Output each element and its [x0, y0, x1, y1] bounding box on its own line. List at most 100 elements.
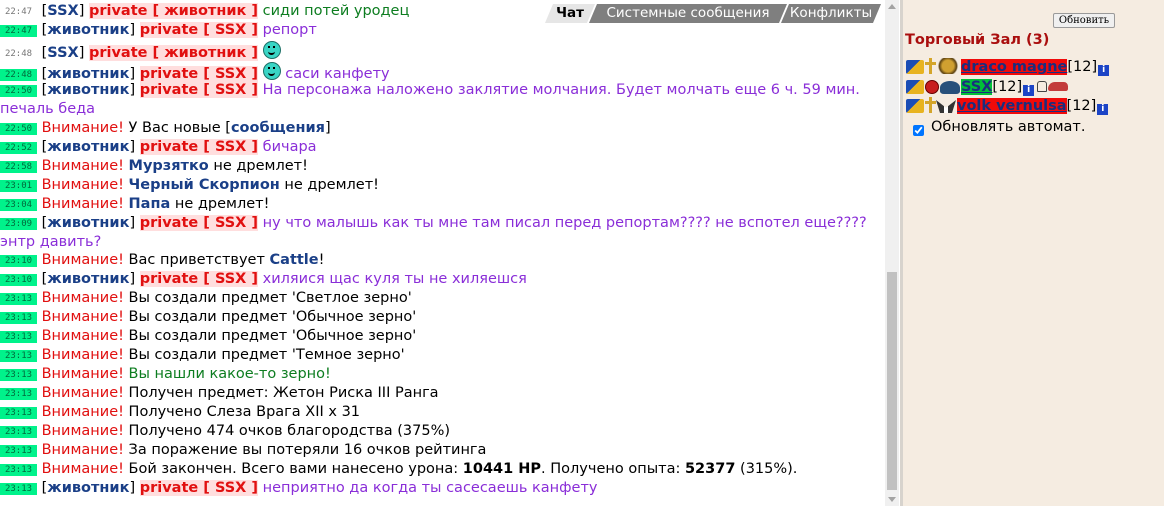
warning-label: Внимание! — [41, 177, 124, 193]
chat-line: 23:04 Внимание! Папа не дремлет! — [0, 195, 884, 214]
nick[interactable]: животник — [47, 66, 129, 82]
player-name[interactable]: Мурзятко — [129, 158, 209, 174]
message-text: ] — [324, 120, 331, 136]
timestamp[interactable]: 22:50 — [0, 123, 37, 135]
private-tag[interactable]: private [ SSX ] — [139, 480, 259, 496]
chat-line: 22:48 [SSX] private [ животник ] — [0, 41, 884, 61]
private-tag[interactable]: private [ SSX ] — [139, 139, 259, 155]
info-icon[interactable]: i — [1097, 104, 1109, 115]
tab-system-messages[interactable]: Системные сообщения — [589, 4, 787, 23]
timestamp[interactable]: 22:48 — [0, 48, 37, 60]
warning-label: Внимание! — [41, 423, 124, 439]
nick[interactable]: животник — [47, 271, 129, 287]
message-text: Бой закончен. Всего вами нанесено урона: — [128, 461, 459, 477]
timestamp[interactable]: 23:13 — [0, 464, 37, 476]
messages-link[interactable]: сообщения — [231, 120, 325, 136]
nick[interactable]: SSX — [47, 45, 78, 61]
private-tag[interactable]: private [ животник ] — [88, 45, 259, 61]
nick[interactable]: животник — [47, 139, 129, 155]
player-name[interactable]: SSX — [961, 79, 993, 95]
nick[interactable]: животник — [47, 480, 129, 496]
player-name[interactable]: Cattle — [270, 252, 319, 268]
player-name[interactable]: draco magne — [961, 59, 1068, 75]
private-tag[interactable]: private [ животник ] — [88, 3, 259, 19]
clan-icon[interactable] — [925, 80, 939, 94]
chat-line: 23:13 Внимание! Вы создали предмет 'Темн… — [0, 346, 884, 365]
timestamp[interactable]: 23:13 — [0, 407, 37, 419]
clan-icon[interactable] — [936, 58, 960, 74]
timestamp[interactable]: 23:13 — [0, 445, 37, 457]
auto-refresh-label: Обновлять автомат. — [931, 119, 1086, 135]
scroll-down-icon[interactable] — [888, 497, 896, 502]
chat-line: 23:13 Внимание! Вы создали предмет 'Обыч… — [0, 327, 884, 346]
timestamp[interactable]: 23:10 — [0, 274, 37, 286]
clan-icon[interactable] — [940, 81, 960, 94]
tab-chat[interactable]: Чат — [545, 4, 595, 23]
timestamp[interactable]: 23:13 — [0, 483, 37, 495]
player-name[interactable]: Черный Скорпион — [129, 177, 280, 193]
message-text: не дремлет! — [174, 196, 270, 212]
message-text: У Вас новые [ — [128, 120, 231, 136]
timestamp[interactable]: 23:04 — [0, 199, 37, 211]
player-level: [12] — [992, 79, 1023, 95]
nick[interactable]: животник — [47, 215, 129, 231]
timestamp[interactable]: 22:58 — [0, 161, 37, 173]
timestamp[interactable]: 22:52 — [0, 142, 37, 154]
chat-scrollbar[interactable] — [885, 0, 899, 506]
timestamp[interactable]: 23:13 — [0, 388, 37, 400]
timestamp[interactable]: 23:13 — [0, 369, 37, 381]
nick[interactable]: SSX — [47, 3, 78, 19]
timestamp[interactable]: 23:10 — [0, 255, 37, 267]
timestamp[interactable]: 23:13 — [0, 331, 37, 343]
private-tag[interactable]: private [ SSX ] — [139, 82, 259, 98]
warning-label: Внимание! — [41, 196, 124, 212]
player-level: [12] — [1067, 59, 1098, 75]
align-icon[interactable] — [906, 80, 924, 94]
tab-conflicts[interactable]: Конфликты — [781, 4, 881, 23]
nick[interactable]: животник — [47, 82, 129, 98]
align-icon[interactable] — [906, 60, 924, 74]
timestamp[interactable]: 23:01 — [0, 180, 37, 192]
message-text: не дремлет! — [284, 177, 379, 193]
clan-icon[interactable] — [936, 100, 956, 113]
nick[interactable]: животник — [47, 22, 129, 38]
timestamp[interactable]: 23:09 — [0, 218, 37, 230]
warning-label: Внимание! — [41, 385, 124, 401]
scroll-up-icon[interactable] — [888, 4, 896, 9]
chat-line: 23:09 [животник] private [ SSX ] ну что … — [0, 215, 867, 250]
message-text: репорт — [262, 22, 317, 38]
timestamp[interactable]: 23:13 — [0, 293, 37, 305]
timestamp[interactable]: 23:13 — [0, 312, 37, 324]
timestamp[interactable]: 23:13 — [0, 350, 37, 362]
cross-icon[interactable] — [925, 58, 936, 74]
timestamp[interactable]: 22:47 — [0, 6, 37, 18]
cross-icon[interactable] — [925, 97, 936, 113]
message-text: На персонажа наложено заклятие молчания.… — [0, 82, 860, 117]
auto-refresh-checkbox[interactable] — [913, 125, 924, 136]
timestamp[interactable]: 23:13 — [0, 426, 37, 438]
refresh-button[interactable]: Обновить — [1053, 13, 1115, 28]
warning-label: Внимание! — [41, 158, 124, 174]
chat-line: 23:13 Внимание! Вы нашли какое-то зерно! — [0, 365, 884, 384]
private-tag[interactable]: private [ SSX ] — [139, 22, 259, 38]
private-tag[interactable]: private [ SSX ] — [139, 271, 259, 287]
align-icon[interactable] — [906, 99, 924, 113]
timestamp[interactable]: 22:47 — [0, 25, 37, 37]
timestamp[interactable]: 22:48 — [0, 69, 37, 81]
chat-line: 23:10 [животник] private [ SSX ] хиляися… — [0, 270, 884, 289]
player-name[interactable]: volk vernulsa — [957, 98, 1067, 114]
private-tag[interactable]: private [ SSX ] — [139, 66, 259, 82]
chat-line: 23:13 Внимание! Бой закончен. Всего вами… — [0, 460, 884, 479]
chat-line: 23:13 Внимание! Вы создали предмет 'Свет… — [0, 289, 884, 308]
private-tag[interactable]: private [ SSX ] — [139, 215, 259, 231]
room-title: Торговый Зал (3) — [905, 32, 1050, 48]
timestamp[interactable]: 22:50 — [0, 85, 37, 97]
warning-label: Внимание! — [41, 290, 124, 306]
player-row: SSX[12] i — [906, 78, 1069, 97]
info-icon[interactable]: i — [1098, 65, 1110, 76]
warning-label: Внимание! — [41, 309, 124, 325]
scroll-thumb[interactable] — [887, 272, 897, 490]
player-name[interactable]: Папа — [129, 196, 171, 212]
info-icon[interactable]: i — [1023, 85, 1035, 96]
chat-log: 22:47 [SSX] private [ животник ] сиди по… — [0, 0, 884, 506]
